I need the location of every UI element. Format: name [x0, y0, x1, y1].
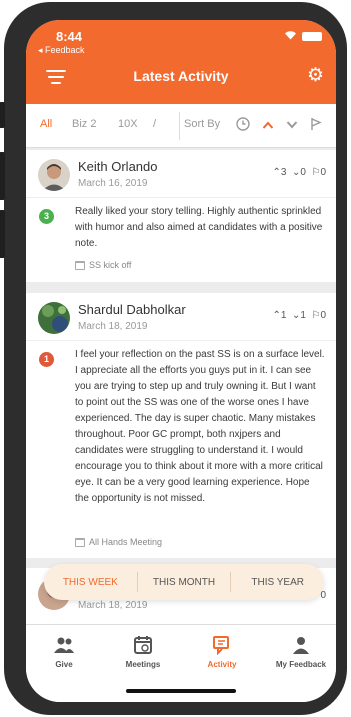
period-this-week[interactable]: THIS WEEK	[44, 577, 137, 588]
card-header: Keith Orlando March 16, 2019 ⌃3 ⌄0 ⚐0	[26, 150, 336, 198]
tab-give[interactable]: Give	[29, 635, 99, 669]
tab-label: Activity	[207, 660, 237, 669]
flag-count: 0	[320, 167, 326, 178]
gear-icon[interactable]: ⚙	[307, 66, 324, 86]
flag-button[interactable]: ⚐0	[311, 310, 326, 321]
vote-counts: ⌃3 ⌄0 ⚐0	[272, 167, 326, 178]
sort-by-label: Sort By	[184, 118, 221, 130]
status-icons	[284, 30, 322, 43]
mute-switch	[0, 102, 5, 128]
period-this-month[interactable]: THIS MONTH	[138, 577, 231, 588]
avatar	[38, 302, 70, 334]
downvote-count: 0	[300, 167, 306, 178]
post-tag[interactable]: SS kick off	[75, 260, 131, 270]
calendar-icon	[75, 260, 85, 270]
upvote-count: 1	[280, 310, 287, 321]
post-body: I feel your reflection on the past SS is…	[75, 349, 325, 504]
tab-label: My Feedback	[275, 660, 327, 669]
battery-icon	[302, 32, 322, 41]
tab-label: Meetings	[125, 660, 161, 669]
app-screen: 8:44 ◂ Feedback Latest Activity ⚙ All Bi…	[26, 20, 336, 702]
post-tag[interactable]: All Hands Meeting	[75, 537, 162, 547]
back-to-feedback-link[interactable]: ◂ Feedback	[38, 45, 85, 56]
downvote-button[interactable]: ⌄0	[292, 167, 306, 178]
vote-counts: ⌃1 ⌄1 ⚐0	[272, 310, 326, 321]
flag-count: 0	[320, 590, 326, 601]
period-filter: THIS WEEK THIS MONTH THIS YEAR	[44, 564, 324, 600]
page-title: Latest Activity	[133, 68, 229, 84]
post-date: March 18, 2019	[78, 600, 148, 611]
author-name: Keith Orlando	[78, 159, 158, 174]
upvote-button[interactable]: ⌃3	[272, 167, 286, 178]
post-date: March 18, 2019	[78, 321, 148, 332]
period-this-year[interactable]: THIS YEAR	[231, 577, 324, 588]
post-body: Really liked your story telling. Highly …	[75, 206, 323, 249]
upvote-count: 3	[280, 167, 287, 178]
post-badge: 1	[39, 352, 54, 367]
calendar-icon	[134, 636, 152, 654]
post-tag-label: All Hands Meeting	[89, 537, 163, 547]
people-icon	[54, 637, 74, 653]
chevron-down-icon[interactable]	[286, 118, 298, 132]
flag-icon[interactable]	[310, 117, 322, 133]
person-icon	[293, 637, 309, 654]
tab-my-feedback[interactable]: My Feedback	[266, 635, 336, 669]
card-header: Shardul Dabholkar March 18, 2019 ⌃1 ⌄1 ⚐…	[26, 293, 336, 341]
chat-icon	[213, 636, 229, 655]
filter-tab-all[interactable]: All	[40, 118, 52, 130]
downvote-button[interactable]: ⌄1	[292, 310, 306, 321]
upvote-button[interactable]: ⌃1	[272, 310, 286, 321]
status-time: 8:44	[56, 29, 83, 44]
volume-up-button	[0, 152, 5, 200]
author-name: Shardul Dabholkar	[78, 302, 186, 317]
filter-tab-more[interactable]: /	[153, 118, 156, 130]
chevron-up-icon[interactable]	[262, 118, 274, 132]
tab-meetings[interactable]: Meetings	[108, 635, 178, 669]
tab-activity[interactable]: Activity	[187, 635, 257, 669]
wifi-icon	[284, 30, 297, 43]
feedback-card[interactable]: Keith Orlando March 16, 2019 ⌃3 ⌄0 ⚐0 3 …	[26, 150, 336, 282]
bottom-tab-bar: Give Meetings Activity My Feedback	[26, 624, 336, 702]
app-header: 8:44 ◂ Feedback Latest Activity ⚙	[26, 20, 336, 104]
post-tag-label: SS kick off	[89, 260, 132, 270]
downvote-count: 1	[300, 310, 306, 321]
home-indicator	[126, 689, 236, 693]
filter-tab-biz2[interactable]: Biz 2	[72, 118, 96, 130]
tab-label: Give	[55, 660, 73, 669]
calendar-icon	[75, 537, 85, 547]
flag-button[interactable]: ⚐0	[311, 167, 326, 178]
volume-down-button	[0, 210, 5, 258]
avatar	[38, 159, 70, 191]
flag-count: 0	[320, 310, 326, 321]
filter-bar: All Biz 2 10X / Sort By	[26, 104, 336, 148]
post-badge: 3	[39, 209, 54, 224]
clock-icon[interactable]	[236, 117, 250, 133]
filter-divider	[179, 112, 180, 140]
post-date: March 16, 2019	[78, 178, 148, 189]
phone-frame: 8:44 ◂ Feedback Latest Activity ⚙ All Bi…	[0, 2, 347, 715]
feedback-card[interactable]: Shardul Dabholkar March 18, 2019 ⌃1 ⌄1 ⚐…	[26, 293, 336, 558]
filter-tab-10x[interactable]: 10X	[118, 118, 138, 130]
